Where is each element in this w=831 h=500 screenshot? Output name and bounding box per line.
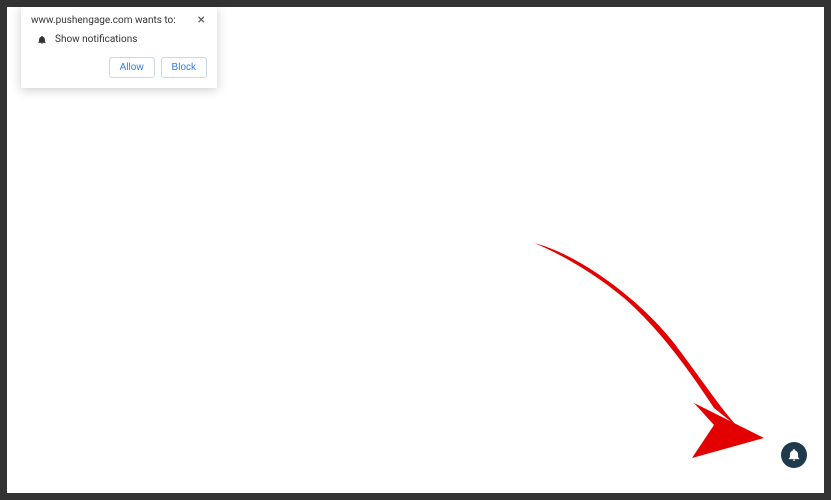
- arrow-annotation-icon: [514, 233, 774, 463]
- page-viewport: www.pushengage.com wants to: × Show noti…: [7, 7, 824, 493]
- notification-permission-dialog: www.pushengage.com wants to: × Show noti…: [21, 7, 217, 88]
- dialog-title: www.pushengage.com wants to:: [31, 15, 176, 26]
- notification-bell-button[interactable]: [781, 442, 807, 468]
- dialog-header: www.pushengage.com wants to: ×: [31, 15, 207, 26]
- dialog-body: Show notifications: [37, 34, 207, 45]
- dialog-actions: Allow Block: [31, 57, 207, 78]
- allow-button[interactable]: Allow: [109, 57, 155, 78]
- bell-icon: [787, 448, 801, 462]
- close-icon[interactable]: ×: [196, 15, 207, 25]
- bell-icon: [37, 35, 47, 45]
- block-button[interactable]: Block: [161, 57, 207, 78]
- dialog-body-text: Show notifications: [55, 34, 137, 45]
